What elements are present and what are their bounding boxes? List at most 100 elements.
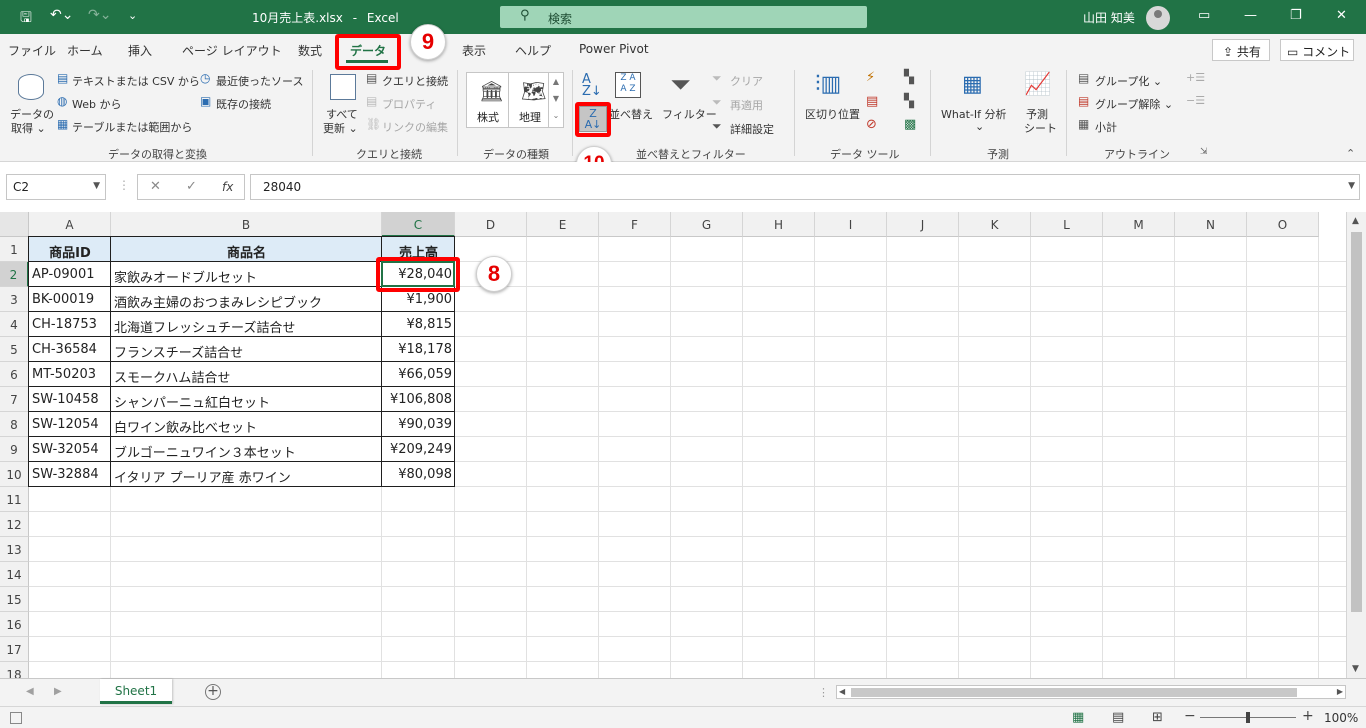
row-header-2[interactable]: 2 — [0, 262, 29, 287]
what-if-dropdown-icon[interactable]: ⌄ — [975, 120, 984, 133]
prev-sheet-icon[interactable]: ◀ — [26, 686, 34, 697]
row-header-16[interactable]: 16 — [0, 612, 29, 637]
tab-split-handle-icon[interactable]: ⋮ — [818, 686, 829, 699]
worksheet-grid[interactable]: A B C D E F G H I J K L M N O 1 2 3 4 5 6 7 8 9 10 11 12 13 14 15 16 17… — [0, 212, 1366, 678]
row-header-4[interactable]: 4 — [0, 312, 29, 337]
vertical-scroll-thumb[interactable] — [1351, 232, 1362, 612]
clear-filter-button[interactable]: クリア — [730, 73, 763, 89]
geography-button[interactable]: 🗺 地理 — [508, 72, 552, 128]
zoom-in-icon[interactable]: + — [1302, 708, 1314, 724]
recent-sources-button[interactable]: 最近使ったソース — [216, 73, 303, 89]
sort-ascending-icon[interactable]: A Z↓ — [582, 73, 602, 98]
from-table-button[interactable]: テーブルまたは範囲から — [72, 119, 192, 135]
page-layout-view-icon[interactable]: ▤ — [1112, 710, 1124, 725]
from-text-csv-button[interactable]: テキストまたは CSV から — [72, 73, 200, 89]
column-header-m[interactable]: M — [1103, 212, 1175, 237]
row-header-5[interactable]: 5 — [0, 337, 29, 362]
scroll-left-icon[interactable]: ◀ — [839, 687, 845, 696]
existing-connections-button[interactable]: 既存の接続 — [216, 96, 271, 112]
insert-function-icon[interactable]: fx — [222, 180, 233, 194]
avatar[interactable] — [1146, 6, 1170, 30]
tab-file[interactable]: ファイル — [8, 42, 56, 59]
row-header-10[interactable]: 10 — [0, 462, 29, 487]
data-types-gallery-scroll[interactable]: ▲ ▼ ⌄ — [548, 72, 564, 128]
column-header-i[interactable]: I — [815, 212, 887, 237]
properties-button[interactable]: プロパティ — [382, 96, 436, 112]
horizontal-scrollbar[interactable]: ◀ ▶ — [836, 685, 1346, 699]
row-header-9[interactable]: 9 — [0, 437, 29, 462]
zoom-slider-knob[interactable] — [1246, 712, 1250, 723]
restore-icon[interactable]: ❐ — [1290, 8, 1302, 23]
next-sheet-icon[interactable]: ▶ — [54, 686, 62, 697]
user-name[interactable]: 山田 知美 — [1083, 9, 1135, 26]
stocks-button[interactable]: 🏛 株式 — [466, 72, 510, 128]
subtotal-button[interactable]: 小計 — [1095, 119, 1117, 135]
flash-fill-icon[interactable]: ⚡ — [866, 70, 875, 85]
ribbon-display-icon[interactable]: ▭ — [1198, 8, 1210, 23]
row-header-11[interactable]: 11 — [0, 487, 29, 512]
minimize-icon[interactable]: — — [1244, 8, 1257, 23]
row-header-12[interactable]: 12 — [0, 512, 29, 537]
cancel-icon[interactable]: ✕ — [150, 179, 161, 194]
tab-insert[interactable]: 挿入 — [128, 42, 152, 59]
formula-bar-handle-icon[interactable]: ⋮ — [118, 178, 130, 192]
outline-dialog-launcher-icon[interactable]: ⇲ — [1200, 147, 1208, 157]
what-if-button[interactable]: What-If 分析 — [941, 106, 1006, 122]
row-header-17[interactable]: 17 — [0, 637, 29, 662]
column-header-g[interactable]: G — [671, 212, 743, 237]
row-header-8[interactable]: 8 — [0, 412, 29, 437]
name-box[interactable]: C2 ▼ — [6, 174, 106, 200]
page-break-view-icon[interactable]: ⊞ — [1152, 710, 1163, 725]
text-to-columns-button[interactable]: 区切り位置 — [805, 106, 860, 122]
column-header-a[interactable]: A — [29, 212, 111, 237]
tab-formulas[interactable]: 数式 — [298, 42, 322, 59]
column-header-b[interactable]: B — [111, 212, 382, 237]
column-header-f[interactable]: F — [599, 212, 671, 237]
relationships-icon[interactable]: ▚ — [904, 94, 914, 109]
sheet-tab-sheet1[interactable]: Sheet1 — [100, 679, 172, 704]
zoom-out-icon[interactable]: − — [1184, 708, 1196, 724]
row-header-15[interactable]: 15 — [0, 587, 29, 612]
group-button[interactable]: グループ化 ⌄ — [1095, 73, 1162, 89]
horizontal-scroll-thumb[interactable] — [851, 688, 1297, 697]
sort-button[interactable]: 並べ替え — [609, 106, 653, 122]
column-header-d[interactable]: D — [455, 212, 527, 237]
row-header-3[interactable]: 3 — [0, 287, 29, 312]
save-icon[interactable]: 🖫 — [20, 7, 32, 31]
expand-formula-icon[interactable]: ▼ — [1348, 181, 1355, 191]
undo-icon[interactable]: ↶⌄ — [50, 7, 73, 23]
column-header-k[interactable]: K — [959, 212, 1031, 237]
refresh-all-button-line2[interactable]: 更新 ⌄ — [323, 120, 358, 136]
row-header-18[interactable]: 18 — [0, 662, 29, 678]
show-detail-icon[interactable]: +☰ — [1186, 71, 1205, 84]
row-header-1[interactable]: 1 — [0, 237, 29, 262]
macro-record-icon[interactable] — [10, 712, 22, 724]
comment-button[interactable]: ▭ コメント — [1280, 39, 1354, 61]
collapse-ribbon-icon[interactable]: ⌃ — [1346, 147, 1355, 160]
scroll-down-icon[interactable]: ▼ — [1352, 664, 1359, 674]
row-header-7[interactable]: 7 — [0, 387, 29, 412]
tab-home[interactable]: ホーム — [67, 42, 103, 59]
share-button[interactable]: ⇪ 共有 — [1212, 39, 1270, 61]
search-box[interactable]: ⚲ 検索 — [500, 6, 867, 28]
hide-detail-icon[interactable]: −☰ — [1186, 94, 1205, 107]
edit-links-button[interactable]: リンクの編集 — [382, 119, 448, 135]
row-header-13[interactable]: 13 — [0, 537, 29, 562]
column-header-l[interactable]: L — [1031, 212, 1103, 237]
from-web-button[interactable]: Web から — [72, 96, 121, 112]
zoom-level[interactable]: 100% — [1324, 711, 1358, 725]
get-data-button-line2[interactable]: 取得 ⌄ — [11, 120, 46, 136]
customize-toolbar-icon[interactable]: ⌄ — [128, 9, 137, 22]
consolidate-icon[interactable]: ▚ — [904, 70, 914, 85]
enter-icon[interactable]: ✓ — [186, 179, 197, 194]
select-all-corner[interactable] — [0, 212, 29, 237]
tab-help[interactable]: ヘルプ — [515, 42, 551, 59]
ungroup-button[interactable]: グループ解除 ⌄ — [1095, 96, 1173, 112]
filter-button[interactable]: フィルター — [662, 106, 717, 122]
add-sheet-icon[interactable]: + — [205, 684, 221, 700]
vertical-scrollbar[interactable]: ▲ ▼ — [1346, 212, 1366, 678]
column-header-c[interactable]: C — [382, 212, 455, 237]
column-header-h[interactable]: H — [743, 212, 815, 237]
redo-icon[interactable]: ↷⌄ — [88, 7, 111, 23]
queries-connections-button[interactable]: クエリと接続 — [382, 73, 448, 89]
